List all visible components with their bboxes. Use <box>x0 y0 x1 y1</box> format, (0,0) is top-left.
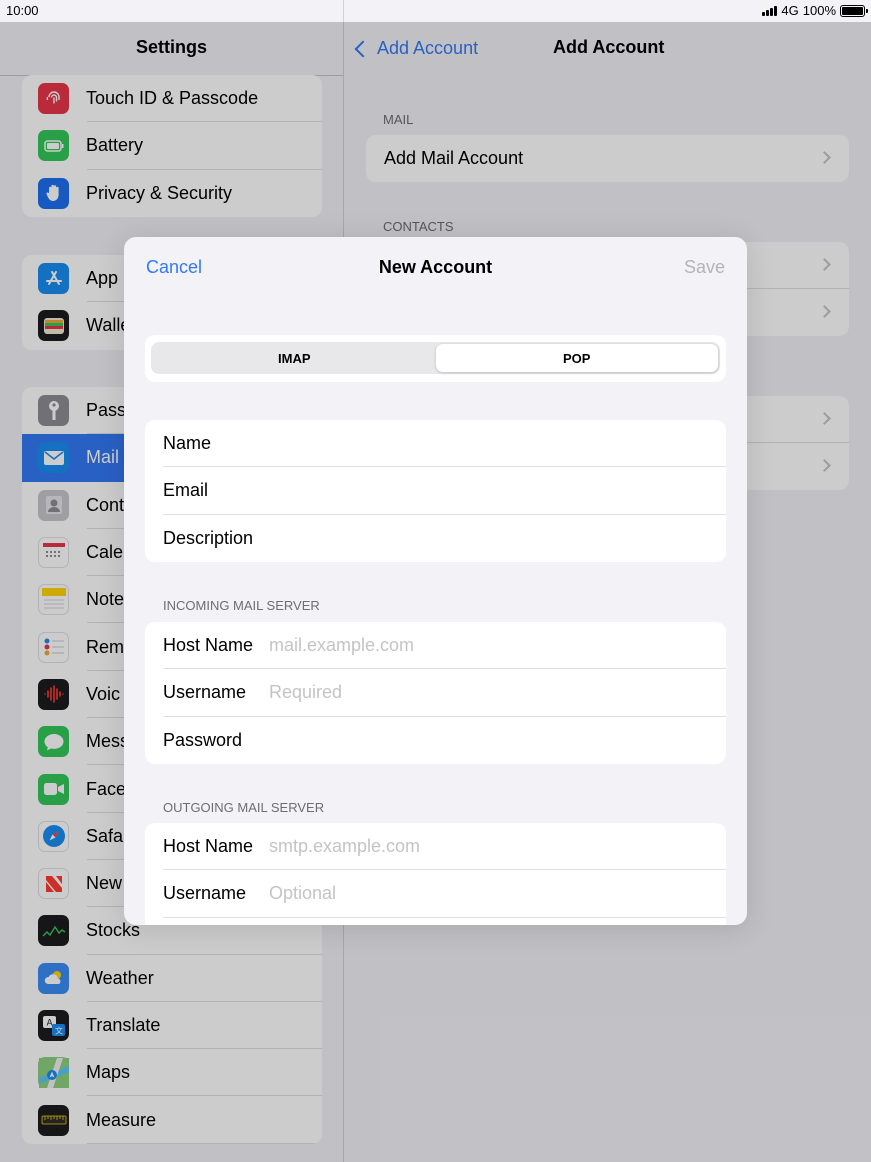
outgoing-username-row: Username <box>145 870 726 918</box>
outgoing-host-row: Host Name <box>145 823 726 871</box>
sheet-title: New Account <box>378 257 493 277</box>
outgoing-username-label: Username <box>163 883 247 904</box>
segment-pop[interactable]: POP <box>435 344 718 372</box>
incoming-server-group: Host Name Username Password <box>145 622 726 764</box>
incoming-username-label: Username <box>163 682 247 703</box>
incoming-username-input[interactable] <box>269 669 699 717</box>
name-field[interactable]: Name <box>145 420 726 468</box>
status-bar: 10:00 4G 100% <box>0 0 871 22</box>
status-time: 10:00 <box>6 3 39 18</box>
email-field[interactable]: Email <box>145 467 726 515</box>
outgoing-server-group: Host Name Username <box>145 823 726 925</box>
save-button[interactable]: Save <box>684 257 725 278</box>
section-header-outgoing: OUTGOING MAIL SERVER <box>163 800 325 815</box>
incoming-password-label: Password <box>163 729 243 750</box>
cellular-signal-icon <box>762 5 778 16</box>
outgoing-username-input[interactable] <box>269 870 699 918</box>
incoming-host-row: Host Name <box>145 622 726 670</box>
incoming-host-input[interactable] <box>269 622 699 670</box>
incoming-password-input[interactable] <box>269 716 699 764</box>
segment-imap[interactable]: IMAP <box>153 344 436 372</box>
protocol-segmented-control: IMAP POP <box>151 342 720 374</box>
account-info-group: Name Email Description <box>145 420 726 562</box>
battery-icon <box>840 4 868 17</box>
new-account-sheet: Cancel New Account Save IMAP POP Name Em… <box>124 237 747 925</box>
incoming-password-row: Password <box>145 716 726 764</box>
email-label: Email <box>163 480 209 501</box>
section-header-incoming: INCOMING MAIL SERVER <box>163 598 320 613</box>
status-indicators: 4G 100% <box>762 3 868 18</box>
protocol-segment-container: IMAP POP <box>145 335 726 382</box>
battery-percent: 100% <box>802 3 836 18</box>
incoming-username-row: Username <box>145 669 726 717</box>
network-type: 4G <box>781 3 799 18</box>
cancel-button[interactable]: Cancel <box>146 257 202 278</box>
name-label: Name <box>163 433 212 454</box>
description-field[interactable]: Description <box>145 515 726 562</box>
incoming-host-label: Host Name <box>163 635 254 656</box>
description-label: Description <box>163 527 254 548</box>
outgoing-host-input[interactable] <box>269 823 699 871</box>
outgoing-host-label: Host Name <box>163 836 254 857</box>
